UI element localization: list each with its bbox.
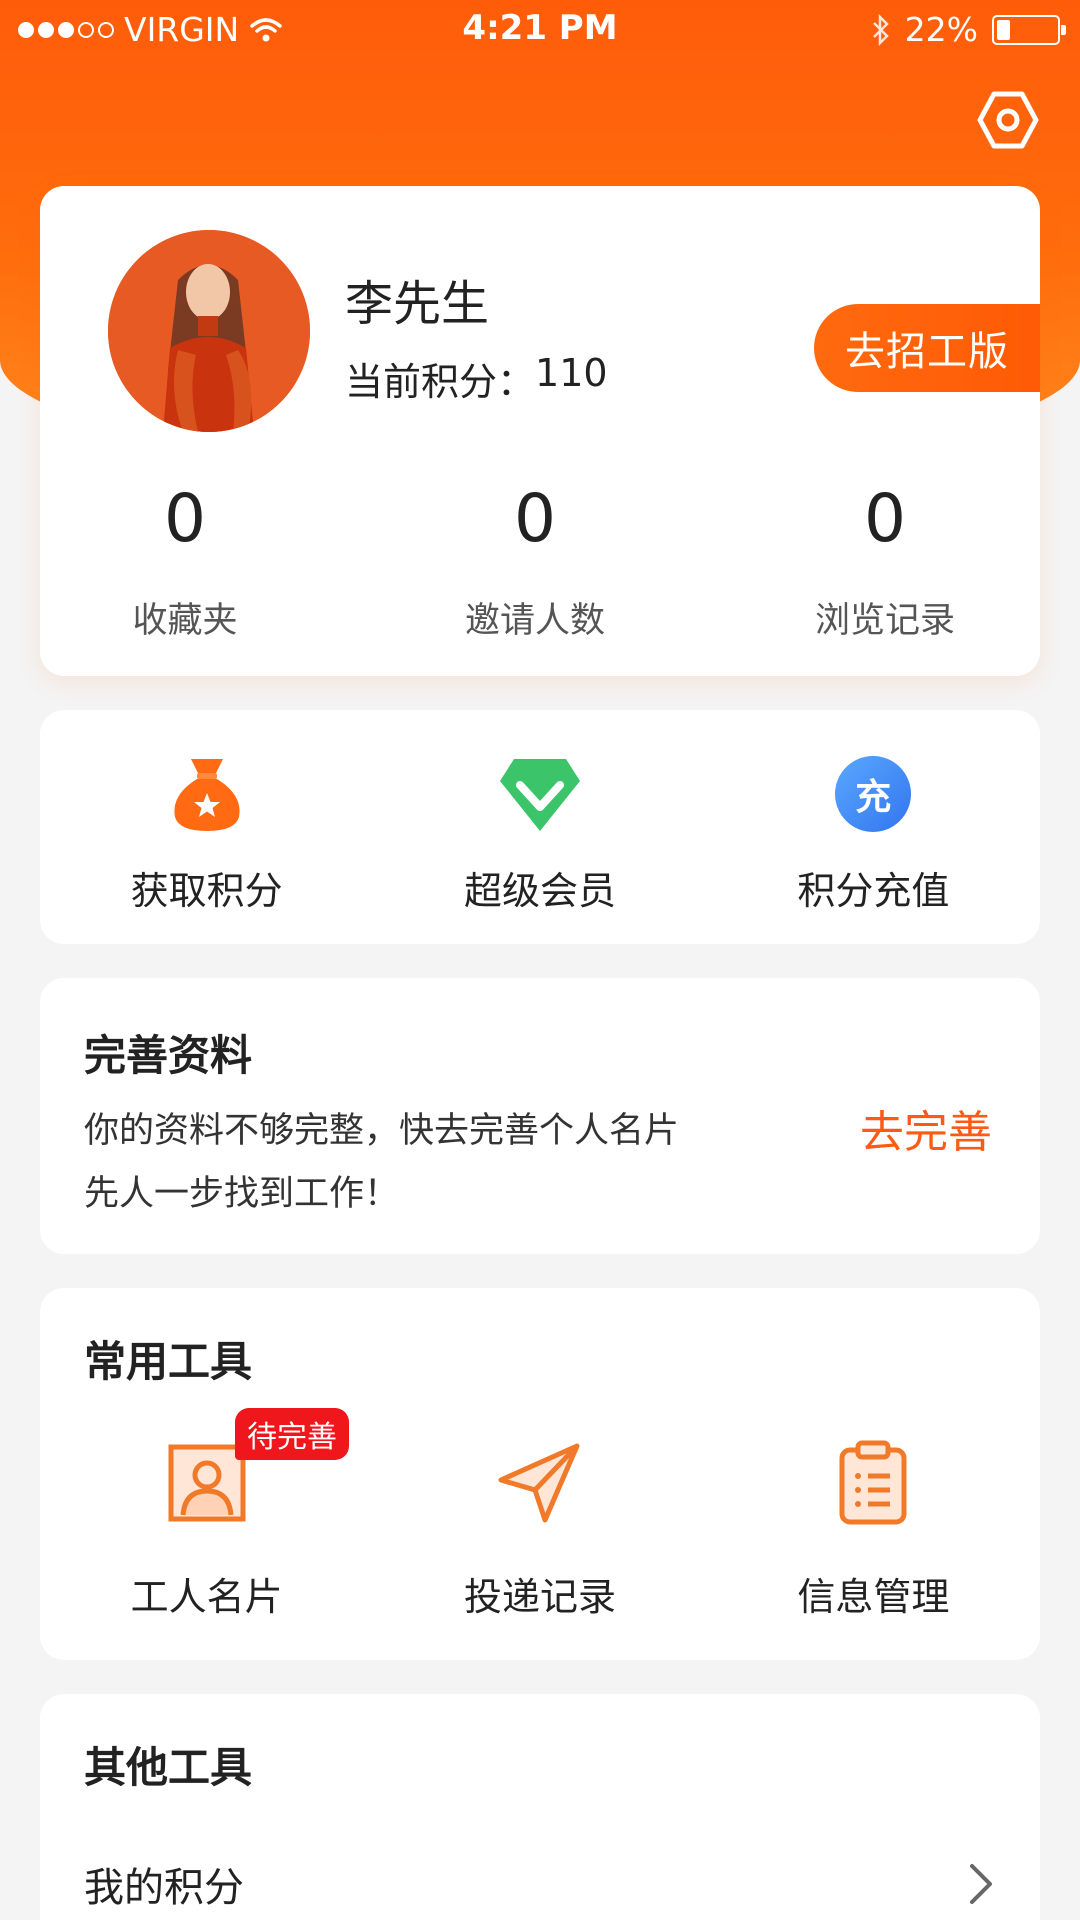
- common-tools-card: 常用工具 待完善 工人名片 投递记录 信息管理: [40, 1288, 1040, 1660]
- tip-text-line: 先人一步找到工作！: [84, 1174, 400, 1214]
- list-item-label: 我的积分: [84, 1865, 244, 1911]
- hexagon-settings-icon: [977, 91, 1039, 149]
- tip-title: 完善资料: [84, 1031, 253, 1080]
- avatar-portrait-image: [108, 230, 310, 432]
- avatar[interactable]: [108, 230, 310, 432]
- quick-action-super-member[interactable]: 超级会员: [373, 710, 706, 944]
- tool-delivery-records[interactable]: 投递记录: [373, 1438, 706, 1621]
- current-points: 当前积分： 110: [345, 351, 608, 406]
- stat-invites[interactable]: 0 邀请人数: [435, 486, 635, 643]
- quick-action-earn-points[interactable]: 获取积分: [40, 710, 373, 944]
- stat-value: 0: [514, 480, 556, 557]
- battery-percent: 22%: [904, 10, 978, 49]
- status-right: 22%: [871, 10, 1066, 49]
- pending-badge: 待完善: [235, 1408, 349, 1460]
- chevron-right-icon: [970, 1864, 992, 1904]
- stat-label: 浏览记录: [814, 601, 955, 641]
- tool-label: 工人名片: [130, 1575, 283, 1619]
- switch-to-recruiter-button[interactable]: 去招工版: [814, 304, 1040, 392]
- quick-actions-card: 获取积分 超级会员 充 积分充值: [40, 710, 1040, 944]
- section-title: 其他工具: [84, 1743, 253, 1792]
- bluetooth-icon: [872, 13, 889, 46]
- tools-row: 待完善 工人名片 投递记录 信息管理: [40, 1408, 1040, 1621]
- tool-info-management[interactable]: 信息管理: [707, 1438, 1040, 1621]
- clipboard-list-icon: [828, 1438, 918, 1528]
- section-title: 常用工具: [84, 1337, 253, 1386]
- recharge-icon-text: 充: [855, 777, 892, 818]
- green-gem-check-icon: [498, 754, 582, 834]
- points-value: 110: [535, 351, 608, 395]
- tip-text-line: 你的资料不够完整，快去完善个人名片: [84, 1111, 680, 1151]
- paper-plane-icon: [495, 1438, 585, 1528]
- complete-profile-card: 完善资料 你的资料不够完整，快去完善个人名片 先人一步找到工作！ 去完善: [40, 978, 1040, 1254]
- stat-value: 0: [864, 480, 906, 557]
- quick-action-recharge[interactable]: 充 积分充值: [707, 710, 1040, 944]
- stat-value: 0: [164, 480, 206, 557]
- tool-label: 信息管理: [797, 1575, 950, 1619]
- other-tools-card: 其他工具 我的积分: [40, 1694, 1040, 1920]
- profile-stats: 0 收藏夹 0 邀请人数 0 浏览记录: [40, 486, 1040, 643]
- quick-action-label: 积分充值: [797, 869, 950, 913]
- quick-action-label: 获取积分: [130, 869, 283, 913]
- quick-action-label: 超级会员: [463, 869, 616, 913]
- settings-button[interactable]: [976, 88, 1040, 152]
- stat-favorites[interactable]: 0 收藏夹: [85, 486, 285, 643]
- my-profile-screen: VIRGIN 4:21 PM 22% 李先生 当前积分： 110 去招工版 0 …: [0, 0, 1080, 1920]
- profile-card: 李先生 当前积分： 110 去招工版 0 收藏夹 0 邀请人数 0 浏览记录: [40, 186, 1040, 676]
- tool-worker-card[interactable]: 待完善 工人名片: [40, 1408, 373, 1621]
- stat-label: 邀请人数: [464, 601, 605, 641]
- status-bar: VIRGIN 4:21 PM 22%: [0, 0, 1080, 58]
- money-bag-star-icon: [165, 754, 249, 834]
- complete-profile-link[interactable]: 去完善: [860, 1096, 992, 1160]
- tip-text: 你的资料不够完整，快去完善个人名片 先人一步找到工作！: [84, 1100, 679, 1226]
- battery-icon: [992, 14, 1066, 45]
- list-item-my-points[interactable]: 我的积分: [84, 1844, 996, 1920]
- tool-label: 投递记录: [463, 1575, 616, 1619]
- stat-label: 收藏夹: [132, 601, 238, 641]
- stat-history[interactable]: 0 浏览记录: [785, 486, 985, 643]
- points-label: 当前积分：: [345, 360, 536, 404]
- recharge-circle-icon: 充: [831, 754, 915, 834]
- user-name: 李先生: [345, 276, 490, 332]
